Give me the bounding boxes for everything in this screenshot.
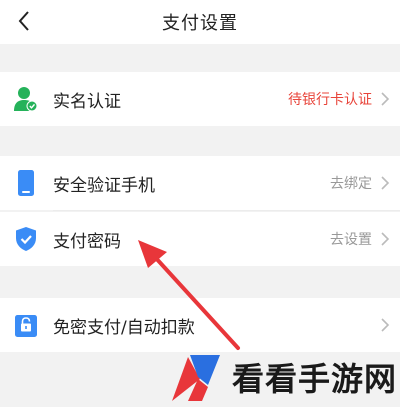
top-bar: 支付设置 [0,0,400,44]
security-phone-label: 安全验证手机 [53,175,155,196]
watermark-text: 看看手游网 [232,359,398,398]
payment-password-action: 去设置 [330,232,372,248]
watermark-logo-icon [172,354,220,401]
security-phone-action: 去绑定 [330,176,372,192]
realname-label: 实名认证 [53,91,121,112]
payment-password-label: 支付密码 [53,231,121,252]
chevron-right-icon [381,176,390,190]
payment-password-row[interactable]: 支付密码 去设置 [0,212,400,266]
realname-row[interactable]: 实名认证 待银行卡认证 [0,72,400,126]
chevron-right-icon [381,232,390,246]
password-free-payment-row[interactable]: 免密支付/自动扣款 [0,298,400,352]
page-title: 支付设置 [162,13,238,34]
shield-check-icon [16,227,36,251]
row-divider [53,210,400,211]
back-button[interactable] [10,6,38,36]
user-verified-icon [14,87,38,112]
security-phone-row[interactable]: 安全验证手机 去绑定 [0,156,400,210]
password-free-payment-label: 免密支付/自动扣款 [53,317,195,338]
phone-icon [18,170,34,196]
realname-status: 待银行卡认证 [288,92,372,108]
lock-icon [15,315,37,337]
chevron-left-icon [18,11,29,31]
chevron-right-icon [381,92,390,106]
chevron-right-icon [381,318,390,332]
watermark: 看看手游网 [168,346,400,407]
